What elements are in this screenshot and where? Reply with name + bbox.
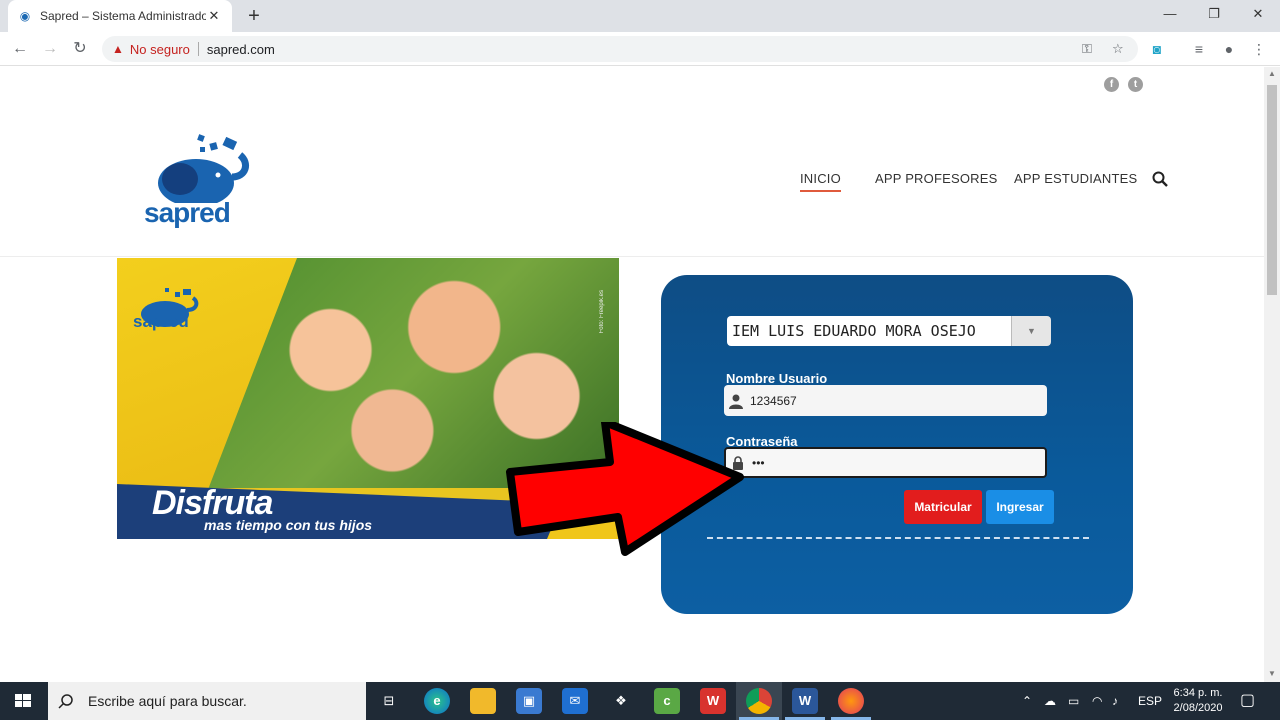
profile-avatar-icon[interactable]: ●	[1218, 38, 1240, 60]
word-icon[interactable]: W	[792, 688, 818, 714]
banner-logo-text: sapred	[133, 312, 189, 331]
nav-app-profesores[interactable]: APP PROFESORES	[875, 171, 998, 186]
camtasia-icon[interactable]: c	[654, 688, 680, 714]
bookmark-star-icon[interactable]: ☆	[1112, 36, 1124, 62]
sapred-logo[interactable]: sapred	[140, 133, 254, 229]
dropbox-icon[interactable]: ❖	[608, 688, 634, 714]
header-divider	[0, 256, 1264, 257]
url-text[interactable]: sapred.com	[207, 42, 275, 57]
system-clock[interactable]: 6:34 p. m. 2/08/2020	[1168, 686, 1228, 716]
password-value[interactable]: •••	[752, 456, 765, 470]
nav-inicio[interactable]: INICIO	[800, 171, 841, 192]
search-icon[interactable]	[1152, 171, 1168, 187]
tab-bar: ◉ Sapred – Sistema Administrador ✕ + — ❐…	[0, 0, 1280, 32]
maximize-button[interactable]: ❐	[1192, 0, 1236, 28]
show-hidden-icons[interactable]: ⌃	[1022, 682, 1032, 720]
red-arrow-annotation-icon	[506, 422, 744, 556]
extension-icon[interactable]: ◙	[1146, 38, 1168, 60]
clock-time: 6:34 p. m.	[1173, 687, 1223, 699]
close-tab-icon[interactable]: ✕	[206, 8, 222, 24]
store-icon[interactable]: ▣	[516, 688, 542, 714]
taskbar-search-placeholder[interactable]: Escribe aquí para buscar.	[88, 693, 247, 709]
file-explorer-icon[interactable]	[470, 688, 496, 714]
user-icon	[729, 394, 743, 409]
mail-icon[interactable]: ✉	[562, 688, 588, 714]
tab-title: Sapred – Sistema Administrador	[40, 9, 206, 23]
site-favicon-icon: ◉	[19, 9, 31, 23]
taskbar-search[interactable]: Escribe aquí para buscar.	[48, 682, 366, 720]
password-field[interactable]: •••	[724, 447, 1047, 478]
matricular-button[interactable]: Matricular	[904, 490, 982, 524]
username-value[interactable]: 1234567	[750, 394, 797, 408]
ingresar-button[interactable]: Ingresar	[986, 490, 1054, 524]
logo-text: sapred	[144, 197, 231, 228]
nav-app-estudiantes[interactable]: APP ESTUDIANTES	[1014, 171, 1137, 186]
scroll-up-icon[interactable]: ▲	[1267, 69, 1277, 78]
windows-taskbar: Escribe aquí para buscar. ⊟ e ▣ ✉ ❖ c W …	[0, 682, 1280, 720]
volume-icon[interactable]: ♪	[1112, 682, 1118, 720]
username-field[interactable]: 1234567	[724, 385, 1047, 416]
task-view-icon[interactable]: ⊟	[376, 688, 402, 714]
twitter-icon[interactable]: t	[1128, 77, 1143, 92]
notifications-icon[interactable]: ▢	[1240, 682, 1255, 720]
dashed-divider	[707, 537, 1089, 539]
close-window-button[interactable]: ✕	[1236, 0, 1280, 28]
username-label: Nombre Usuario	[726, 371, 828, 386]
scroll-down-icon[interactable]: ▼	[1267, 669, 1277, 678]
key-icon[interactable]: ⚿	[1082, 36, 1092, 62]
menu-icon[interactable]: ⋮	[1248, 38, 1270, 60]
forward-icon[interactable]: →	[38, 37, 62, 61]
page-scrollbar[interactable]: ▲ ▼	[1264, 67, 1280, 682]
web-page: f t sapred INICIO APP PROFESORES APP EST…	[0, 67, 1264, 682]
battery-icon[interactable]: ▭	[1068, 682, 1079, 720]
magnifier-icon	[58, 694, 73, 709]
reload-icon[interactable]: ↻	[68, 37, 92, 61]
scrollbar-thumb[interactable]	[1267, 85, 1277, 295]
minimize-button[interactable]: —	[1148, 0, 1192, 28]
photo-credit: Foto: Freepik.es	[599, 290, 605, 334]
windows-start-icon[interactable]	[0, 682, 46, 720]
language-indicator[interactable]: ESP	[1138, 682, 1162, 720]
chrome-icon[interactable]	[746, 688, 772, 714]
browser-toolbar: ← → ↻ ▲ No seguro sapred.com ⚿ ☆ ◙ ≡ ● ⋮	[0, 32, 1280, 66]
divider	[197, 42, 199, 56]
banner-subline: mas tiempo con tus hijos	[204, 517, 373, 533]
wifi-icon[interactable]: ◠	[1092, 682, 1102, 720]
elephant-logo-icon	[158, 134, 250, 207]
clock-date: 2/08/2020	[1173, 702, 1223, 714]
browser-tab[interactable]: ◉ Sapred – Sistema Administrador ✕	[8, 0, 232, 32]
new-tab-button[interactable]: +	[244, 4, 264, 28]
address-bar[interactable]: ▲ No seguro sapred.com ⚿ ☆	[102, 36, 1138, 62]
edge-icon[interactable]: e	[424, 688, 450, 714]
institution-value[interactable]: IEM LUIS EDUARDO MORA OSEJO	[727, 316, 1011, 346]
facebook-icon[interactable]: f	[1104, 77, 1119, 92]
institution-select[interactable]: IEM LUIS EDUARDO MORA OSEJO ▼	[727, 316, 1051, 346]
onedrive-icon[interactable]: ☁	[1044, 682, 1056, 720]
wps-icon[interactable]: W	[700, 688, 726, 714]
chevron-down-icon[interactable]: ▼	[1011, 316, 1051, 346]
firefox-icon[interactable]	[838, 688, 864, 714]
security-label[interactable]: No seguro	[130, 42, 190, 57]
back-icon[interactable]: ←	[8, 37, 32, 61]
warning-icon[interactable]: ▲	[112, 42, 124, 56]
media-control-icon[interactable]: ≡	[1188, 38, 1210, 60]
